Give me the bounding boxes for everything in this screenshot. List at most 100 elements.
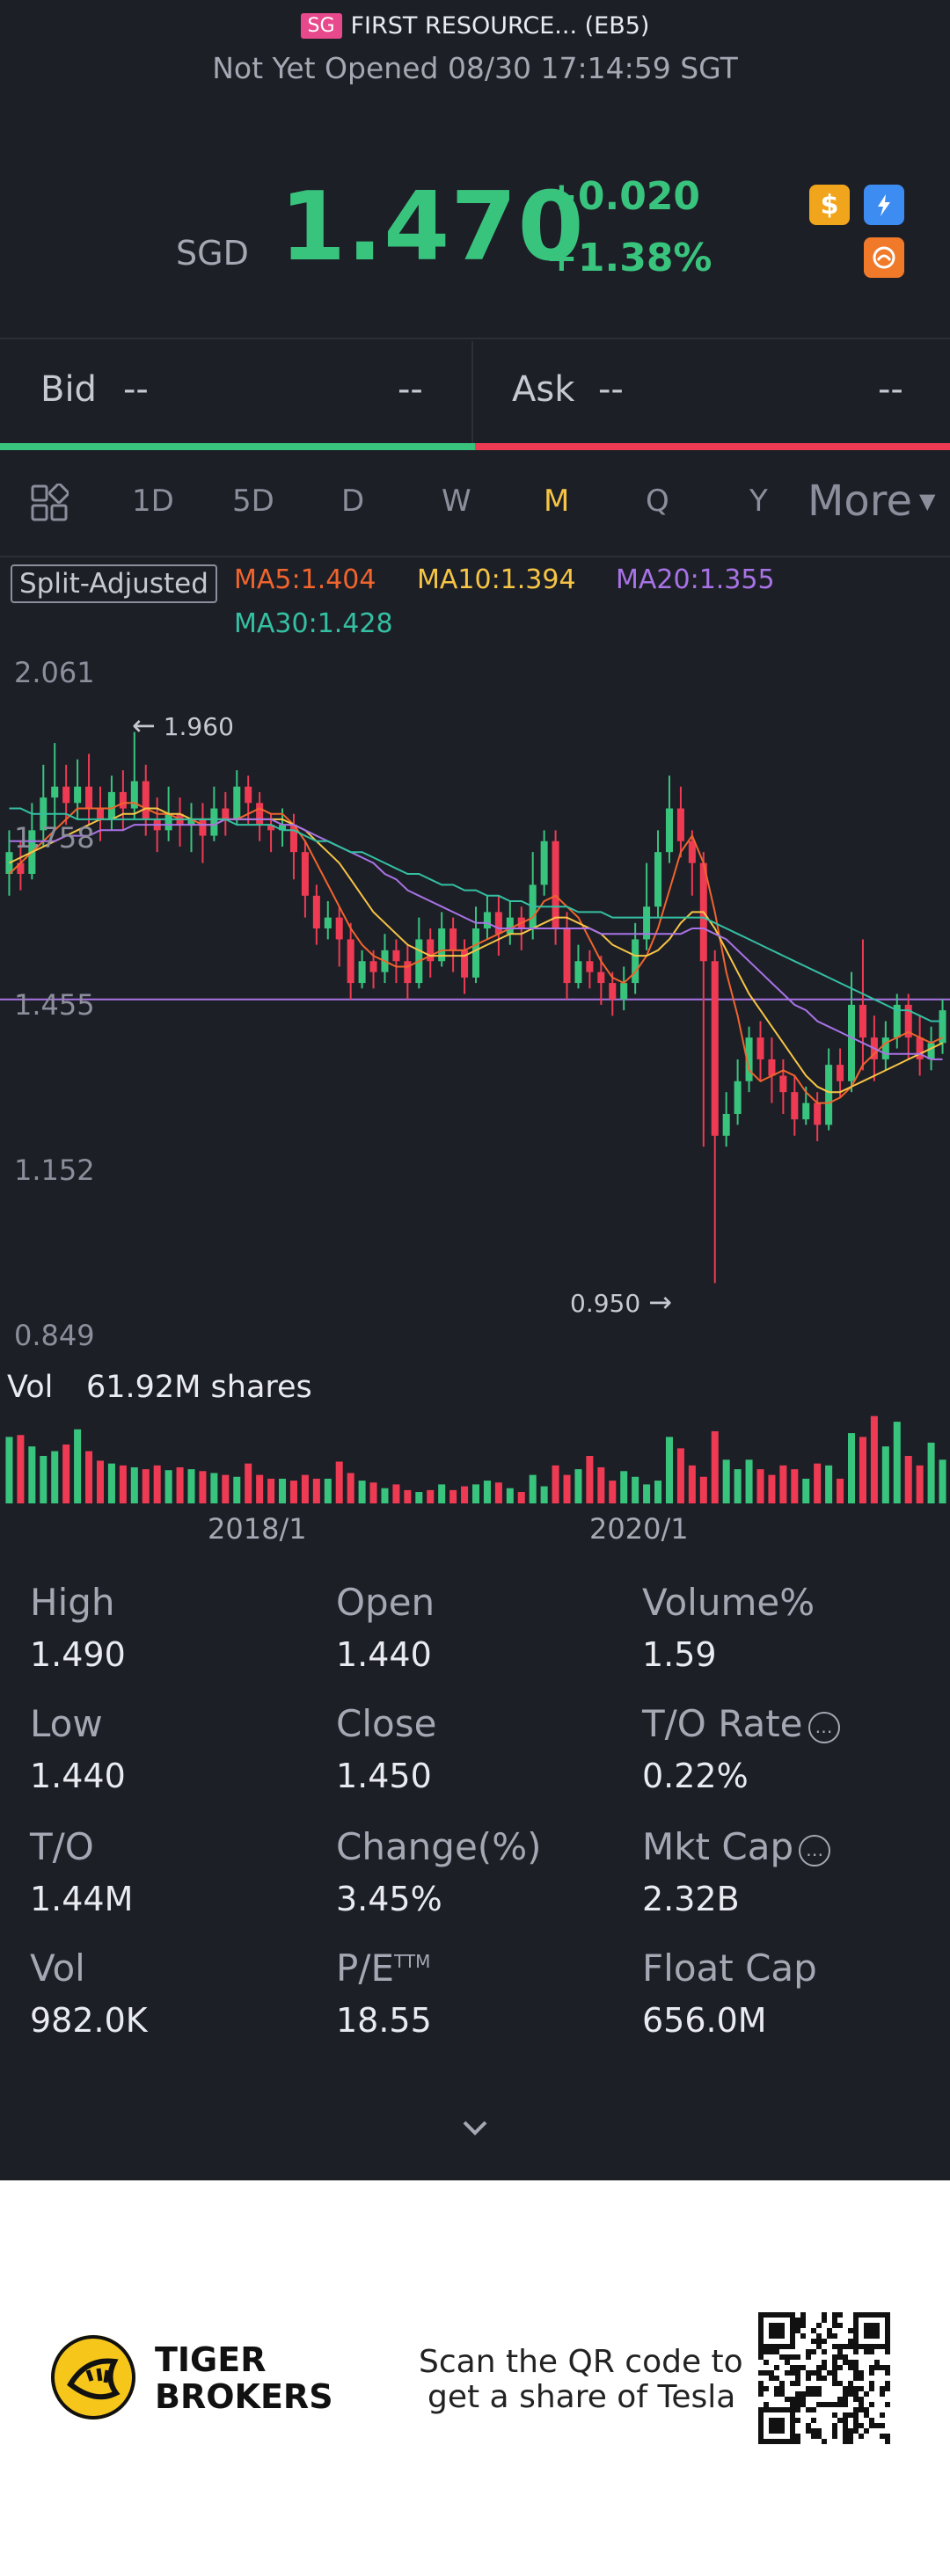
candle-body <box>734 1081 742 1114</box>
volume-bar <box>722 1459 730 1503</box>
qr-module <box>774 2349 779 2354</box>
candle <box>597 956 605 1005</box>
volume-chart[interactable] <box>0 1407 950 1505</box>
qr-module <box>885 2370 890 2376</box>
qr-module <box>837 2402 843 2407</box>
promo-text-line2: get a share of Tesla <box>428 2379 736 2415</box>
candle-body <box>927 1043 935 1059</box>
qr-module <box>795 2439 800 2444</box>
stat-label-text: Change(%) <box>336 1825 542 1868</box>
volume-bar <box>233 1476 241 1503</box>
candle <box>335 906 343 967</box>
qr-module <box>811 2328 816 2333</box>
candle <box>96 786 104 841</box>
arrow-left-icon: ← <box>132 709 156 742</box>
qr-module <box>837 2312 843 2318</box>
more-tab[interactable]: More ▼ <box>808 477 935 526</box>
qr-module <box>848 2386 853 2391</box>
qr-module <box>885 2402 890 2407</box>
tab-5d[interactable]: 5D <box>232 484 274 519</box>
info-icon[interactable]: … <box>808 1712 840 1743</box>
qr-module <box>864 2407 869 2412</box>
tab-1d[interactable]: 1D <box>132 484 174 519</box>
qr-module <box>837 2349 843 2354</box>
candle-body <box>802 1102 810 1120</box>
candle <box>404 944 412 1000</box>
qr-module <box>874 2360 880 2365</box>
stat-label: T/O <box>30 1825 94 1868</box>
tab-m[interactable]: M <box>544 484 569 519</box>
qr-module <box>848 2412 853 2418</box>
candle-body <box>96 808 104 819</box>
qr-module <box>790 2402 795 2407</box>
stat-label: Open <box>336 1581 435 1624</box>
qr-code[interactable] <box>758 2312 890 2444</box>
stock-title[interactable]: SG FIRST RESOURCE... (EB5) <box>0 12 950 40</box>
brand-name-line1: TIGER <box>155 2340 267 2379</box>
qr-module <box>816 2323 822 2328</box>
qr-module <box>843 2354 848 2360</box>
qr-module <box>832 2428 837 2434</box>
qr-module <box>832 2434 837 2439</box>
qr-module <box>827 2370 832 2376</box>
volume-bar <box>358 1481 366 1503</box>
qr-module <box>859 2397 864 2402</box>
volume-bar <box>107 1463 115 1503</box>
candle <box>893 993 901 1049</box>
candle <box>199 803 207 863</box>
stat-value: 1.440 <box>30 1757 126 1795</box>
tab-y[interactable]: Y <box>749 484 768 519</box>
tab-d[interactable]: D <box>341 484 364 519</box>
stat-label[interactable]: T/O Rate… <box>642 1702 840 1745</box>
brand-icon[interactable] <box>864 237 904 278</box>
flash-icon[interactable] <box>864 185 904 225</box>
bid-ask-divider <box>471 341 473 443</box>
stat-label-text: Close <box>336 1702 437 1745</box>
layout-grid-icon[interactable] <box>30 483 69 526</box>
tab-q[interactable]: Q <box>646 484 669 519</box>
volume-bar <box>676 1448 684 1503</box>
stock-name: FIRST RESOURCE... (EB5) <box>350 12 650 40</box>
expand-chevron-icon[interactable] <box>457 2110 493 2145</box>
qr-module <box>853 2365 859 2370</box>
volume-bar <box>563 1474 571 1503</box>
qr-module <box>800 2391 806 2397</box>
qr-module <box>779 2354 785 2360</box>
stat-label: Float Cap <box>642 1947 817 1990</box>
qr-module <box>816 2344 822 2349</box>
volume-bar <box>916 1465 924 1503</box>
qr-module <box>827 2333 832 2339</box>
split-adjusted-toggle[interactable]: Split-Adjusted <box>11 564 217 603</box>
candle <box>791 1075 799 1136</box>
qr-module <box>800 2312 806 2318</box>
candle-body <box>256 803 264 826</box>
qr-module <box>800 2333 806 2339</box>
candle <box>347 922 354 1000</box>
candle-body <box>688 840 696 863</box>
candle-body <box>916 1037 924 1059</box>
stat-label-text: T/O Rate <box>642 1702 803 1745</box>
candle-body <box>609 983 617 1000</box>
qr-module <box>774 2365 779 2370</box>
tab-w[interactable]: W <box>442 484 471 519</box>
qr-module <box>795 2418 800 2423</box>
volume-bar <box>552 1465 559 1503</box>
qr-finder <box>864 2323 880 2339</box>
high-marker-value: 1.960 <box>163 712 234 741</box>
stat-label[interactable]: Mkt Cap… <box>642 1825 831 1868</box>
volume-bar <box>392 1484 400 1503</box>
stat-label: Close <box>336 1702 436 1745</box>
volume-bar <box>825 1465 833 1503</box>
candle <box>107 775 115 831</box>
stat-value: 982.0K <box>30 2001 148 2040</box>
qr-module <box>885 2439 890 2444</box>
qr-module <box>758 2381 764 2386</box>
candle-body <box>312 895 320 929</box>
qr-module <box>758 2349 764 2354</box>
price-chart[interactable] <box>0 651 950 1354</box>
pe-superscript: TTM <box>394 1951 431 1972</box>
info-icon[interactable]: … <box>799 1835 831 1867</box>
dollar-icon[interactable]: $ <box>809 185 850 225</box>
qr-module <box>811 2434 816 2439</box>
qr-module <box>785 2360 790 2365</box>
